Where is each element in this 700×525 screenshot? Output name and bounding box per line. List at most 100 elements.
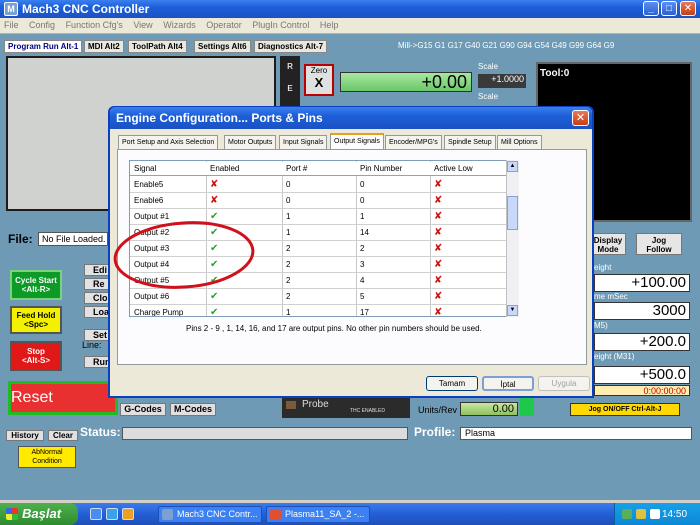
port-cell[interactable]: 1	[282, 209, 356, 225]
stop-button[interactable]: Stop <Alt-S>	[10, 341, 62, 371]
display-mode-line-1: Display	[593, 236, 623, 245]
display-mode-button[interactable]: Display Mode	[590, 233, 626, 255]
tab-program-run[interactable]: Program Run Alt-1	[4, 40, 83, 53]
port-cell[interactable]: 1	[282, 305, 356, 316]
active-low-cell[interactable]: ✘	[430, 257, 506, 273]
port-cell[interactable]: 0	[282, 193, 356, 209]
signal-cell[interactable]: Output #6	[130, 289, 206, 305]
tab-encoder-mpgs[interactable]: Encoder/MPG's	[385, 135, 442, 149]
feed-hold-shortcut: <Spc>	[23, 320, 48, 329]
tab-settings[interactable]: Settings Alt6	[194, 40, 251, 53]
ok-button[interactable]: Tamam	[426, 376, 478, 391]
menu-help[interactable]: Help	[316, 18, 343, 30]
dialog-close-button[interactable]: ✕	[572, 110, 589, 126]
active-low-cell[interactable]: ✘	[430, 225, 506, 241]
x-icon: ✘	[434, 291, 443, 302]
taskbar-item-mach3[interactable]: Mach3 CNC Contr...	[158, 506, 262, 523]
reset-button[interactable]: Reset	[8, 381, 118, 415]
menu-file[interactable]: File	[0, 18, 23, 30]
signal-cell[interactable]: Enable6	[130, 193, 206, 209]
signal-cell[interactable]: Charge Pump	[130, 305, 206, 316]
tab-input-signals[interactable]: Input Signals	[279, 135, 328, 149]
cycle-start-button[interactable]: Cycle Start <Alt-R>	[10, 270, 62, 300]
right-dro-4[interactable]: +500.0	[594, 366, 690, 384]
right-dro-2[interactable]: 3000	[594, 302, 690, 320]
enabled-cell[interactable]: ✘	[206, 177, 282, 193]
zero-x-button[interactable]: Zero X	[304, 64, 334, 96]
active-low-cell[interactable]: ✘	[430, 193, 506, 209]
browser-icon[interactable]	[106, 508, 118, 520]
tray-icon-volume[interactable]	[636, 509, 646, 519]
right-dro-1[interactable]: +100.00	[594, 274, 690, 292]
taskbar-item-plasma[interactable]: Plasma11_SA_2 -...	[266, 506, 370, 523]
grid-scrollbar[interactable]	[506, 160, 519, 317]
pin-cell[interactable]: 5	[356, 289, 430, 305]
cancel-button[interactable]: İptal	[482, 376, 534, 391]
scroll-up-icon[interactable]: ▲	[507, 161, 518, 172]
active-low-cell[interactable]: ✘	[430, 289, 506, 305]
port-cell[interactable]: 2	[282, 273, 356, 289]
tab-motor-outputs[interactable]: Motor Outputs	[224, 135, 277, 149]
menu-config[interactable]: Config	[25, 18, 59, 30]
menu-wizards[interactable]: Wizards	[159, 18, 200, 30]
maximize-button[interactable]: □	[661, 1, 677, 16]
x-icon: ✘	[434, 179, 443, 190]
media-icon[interactable]	[122, 508, 134, 520]
close-button[interactable]: ✕	[680, 1, 696, 16]
pin-cell[interactable]: 0	[356, 177, 430, 193]
feed-hold-button[interactable]: Feed Hold <Spc>	[10, 306, 62, 334]
port-cell[interactable]: 1	[282, 225, 356, 241]
menu-plugin-control[interactable]: PlugIn Control	[248, 18, 313, 30]
tab-diagnostics[interactable]: Diagnostics Alt-7	[254, 40, 328, 53]
tab-toolpath[interactable]: ToolPath Alt4	[128, 40, 187, 53]
pin-cell[interactable]: 17	[356, 305, 430, 316]
enabled-cell[interactable]: ✔	[206, 305, 282, 316]
port-cell[interactable]: 2	[282, 257, 356, 273]
dialog-title: Engine Configuration... Ports & Pins	[110, 107, 592, 129]
desktop-icon[interactable]	[90, 508, 102, 520]
tray-icon-network[interactable]	[622, 509, 632, 519]
right-label-1: eight	[594, 263, 612, 272]
right-dro-3[interactable]: +200.0	[594, 333, 690, 351]
tab-port-setup[interactable]: Port Setup and Axis Selection	[118, 135, 219, 149]
active-low-cell[interactable]: ✘	[430, 305, 506, 316]
active-low-cell[interactable]: ✘	[430, 241, 506, 257]
menu-operator[interactable]: Operator	[202, 18, 246, 30]
pin-cell[interactable]: 0	[356, 193, 430, 209]
menu-function-cfgs[interactable]: Function Cfg's	[62, 18, 127, 30]
tab-spindle-setup[interactable]: Spindle Setup	[444, 135, 496, 149]
tab-output-signals[interactable]: Output Signals	[330, 133, 384, 150]
menu-view[interactable]: View	[129, 18, 156, 30]
active-low-cell[interactable]: ✘	[430, 273, 506, 289]
apply-button[interactable]: Uygula	[538, 376, 590, 391]
pin-cell[interactable]: 2	[356, 241, 430, 257]
tab-mill-options[interactable]: Mill Options	[497, 135, 542, 149]
minimize-button[interactable]: _	[643, 1, 659, 16]
units-rev-value[interactable]: 0.00	[460, 402, 518, 416]
port-cell[interactable]: 2	[282, 241, 356, 257]
signal-cell[interactable]: Enable5	[130, 177, 206, 193]
jog-on-off-button[interactable]: Jog ON/OFF Ctrl-Alt-J	[570, 403, 680, 416]
enabled-cell[interactable]: ✔	[206, 289, 282, 305]
pin-cell[interactable]: 14	[356, 225, 430, 241]
x-axis-dro[interactable]: +0.00	[340, 72, 472, 92]
clear-button[interactable]: Clear	[48, 430, 78, 441]
jog-follow-button[interactable]: Jog Follow	[636, 233, 682, 255]
mcodes-button[interactable]: M-Codes	[170, 403, 216, 416]
history-button[interactable]: History	[6, 430, 44, 441]
scale-value[interactable]: +1.0000	[478, 74, 526, 88]
pin-cell[interactable]: 1	[356, 209, 430, 225]
active-low-cell[interactable]: ✘	[430, 177, 506, 193]
tray-icon-security[interactable]	[650, 509, 660, 519]
port-cell[interactable]: 0	[282, 177, 356, 193]
enabled-cell[interactable]: ✘	[206, 193, 282, 209]
tab-mdi[interactable]: MDI Alt2	[84, 40, 124, 53]
gcodes-button[interactable]: G-Codes	[120, 403, 166, 416]
active-low-cell[interactable]: ✘	[430, 209, 506, 225]
pin-cell[interactable]: 3	[356, 257, 430, 273]
port-cell[interactable]: 2	[282, 289, 356, 305]
scroll-down-icon[interactable]: ▼	[507, 305, 518, 316]
scroll-thumb[interactable]	[507, 196, 518, 230]
tool-label: Tool:0	[540, 68, 570, 79]
pin-cell[interactable]: 4	[356, 273, 430, 289]
